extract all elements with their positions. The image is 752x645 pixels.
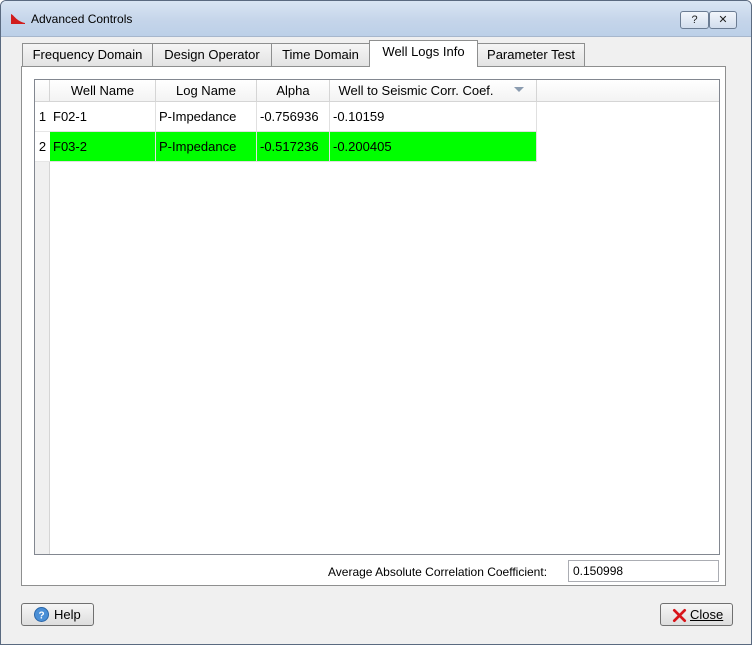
- title-help-button[interactable]: ?: [680, 11, 709, 29]
- red-x-icon: [672, 608, 687, 623]
- title-close-button[interactable]: ✕: [709, 11, 737, 29]
- title-bar: Advanced Controls ? ✕: [1, 1, 751, 37]
- tab-design-operator[interactable]: Design Operator: [152, 43, 272, 66]
- cell-corr-coef[interactable]: -0.200405: [330, 132, 537, 162]
- row-header-column: [35, 102, 50, 554]
- column-header-corr-coef-label: Well to Seismic Corr. Coef.: [338, 83, 494, 98]
- cell-corr-coef[interactable]: -0.10159: [330, 102, 537, 132]
- avg-corr-coef-label: Average Absolute Correlation Coefficient…: [328, 565, 548, 579]
- well-logs-panel: Well Name Log Name Alpha Well to Seismic…: [21, 66, 726, 586]
- cell-log-name[interactable]: P-Impedance: [156, 102, 257, 132]
- column-header-corr-coef[interactable]: Well to Seismic Corr. Coef.: [330, 80, 537, 102]
- column-header-alpha[interactable]: Alpha: [257, 80, 330, 102]
- tab-time-domain[interactable]: Time Domain: [271, 43, 370, 66]
- tab-well-logs-info[interactable]: Well Logs Info: [369, 40, 478, 67]
- close-button-label: Close: [690, 607, 724, 622]
- help-button[interactable]: ? Help: [21, 603, 94, 626]
- window-title: Advanced Controls: [31, 12, 133, 26]
- cell-log-name[interactable]: P-Impedance: [156, 132, 257, 162]
- tab-frequency-domain[interactable]: Frequency Domain: [22, 43, 153, 66]
- cell-alpha[interactable]: -0.517236: [257, 132, 330, 162]
- svg-text:?: ?: [38, 611, 44, 622]
- advanced-controls-window: Advanced Controls ? ✕ Frequency Domain D…: [0, 0, 752, 645]
- cell-well-name[interactable]: F02-1: [50, 102, 156, 132]
- row-number[interactable]: 2: [35, 132, 50, 162]
- row-number[interactable]: 1: [35, 102, 50, 132]
- close-button[interactable]: Close: [660, 603, 733, 626]
- header-filler: [537, 80, 719, 102]
- wavelet-icon: [11, 14, 25, 24]
- cell-alpha[interactable]: -0.756936: [257, 102, 330, 132]
- corner-header: [35, 80, 50, 102]
- tab-parameter-test[interactable]: Parameter Test: [477, 43, 585, 66]
- sort-descending-icon: [514, 87, 524, 92]
- column-header-log-name[interactable]: Log Name: [156, 80, 257, 102]
- help-circle-icon: ?: [34, 607, 49, 622]
- column-header-well-name[interactable]: Well Name: [50, 80, 156, 102]
- well-logs-table[interactable]: Well Name Log Name Alpha Well to Seismic…: [34, 79, 720, 555]
- help-button-label: Help: [54, 607, 81, 622]
- cell-well-name[interactable]: F03-2: [50, 132, 156, 162]
- avg-corr-coef-field[interactable]: 0.150998: [568, 560, 719, 582]
- dialog-client: Frequency Domain Design Operator Time Do…: [8, 37, 744, 638]
